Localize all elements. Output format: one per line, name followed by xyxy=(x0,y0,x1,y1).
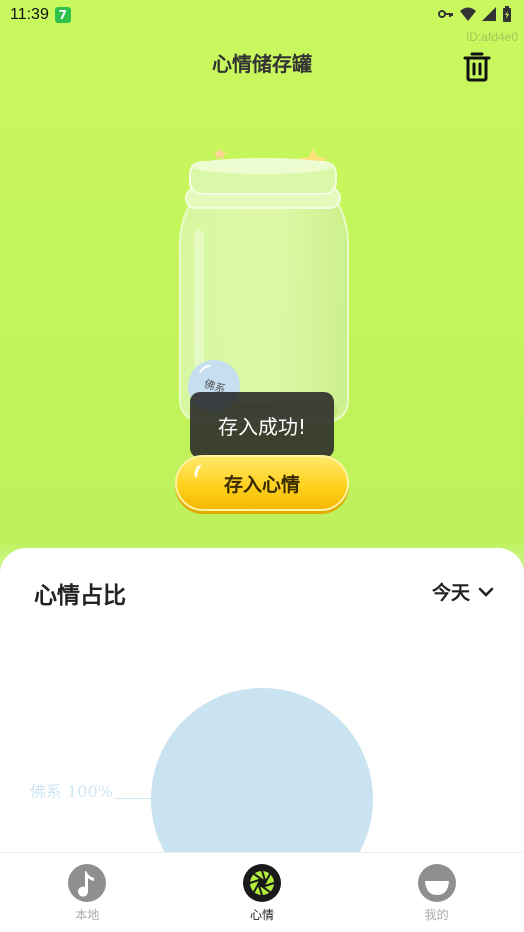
pie-slice-0 xyxy=(151,688,373,858)
trash-icon[interactable] xyxy=(462,50,492,82)
mood-ratio-panel: 心情占比 今天 佛系 100% xyxy=(0,548,524,858)
mood-pie-chart xyxy=(151,688,373,858)
status-bar: 11:39 7 xyxy=(0,0,524,30)
status-time: 11:39 xyxy=(10,6,49,23)
pie-legend-label: 佛系 100% xyxy=(30,782,113,801)
nav-label-mine: 我的 xyxy=(424,908,449,922)
store-mood-label: 存入心情 xyxy=(223,473,300,496)
pie-legend-line xyxy=(115,798,155,799)
music-note-icon xyxy=(68,864,107,902)
smile-icon xyxy=(417,864,456,902)
nav-item-mood[interactable]: 心情 xyxy=(175,853,350,932)
watermark: ID:afd4e0 xyxy=(465,30,518,44)
wifi-icon xyxy=(460,7,476,21)
status-icons xyxy=(438,6,512,22)
success-toast: 存入成功! xyxy=(190,392,334,458)
signal-icon xyxy=(482,7,496,21)
aperture-icon xyxy=(243,864,281,902)
nav-label-local: 本地 xyxy=(75,908,100,922)
nav-item-local[interactable]: 本地 xyxy=(0,853,175,932)
nav-item-mine[interactable]: 我的 xyxy=(349,853,524,932)
app-notification-icon: 7 xyxy=(54,7,71,23)
store-mood-button[interactable]: 存入心情 xyxy=(175,455,349,511)
button-shine xyxy=(192,463,208,481)
battery-icon xyxy=(503,6,511,22)
nav-label-mood: 心情 xyxy=(250,908,275,922)
page-title: 心情储存罐 xyxy=(212,52,312,76)
key-icon xyxy=(438,10,453,18)
star-icon xyxy=(214,148,226,159)
bottom-nav: 本地 心情 我的 xyxy=(0,852,524,932)
